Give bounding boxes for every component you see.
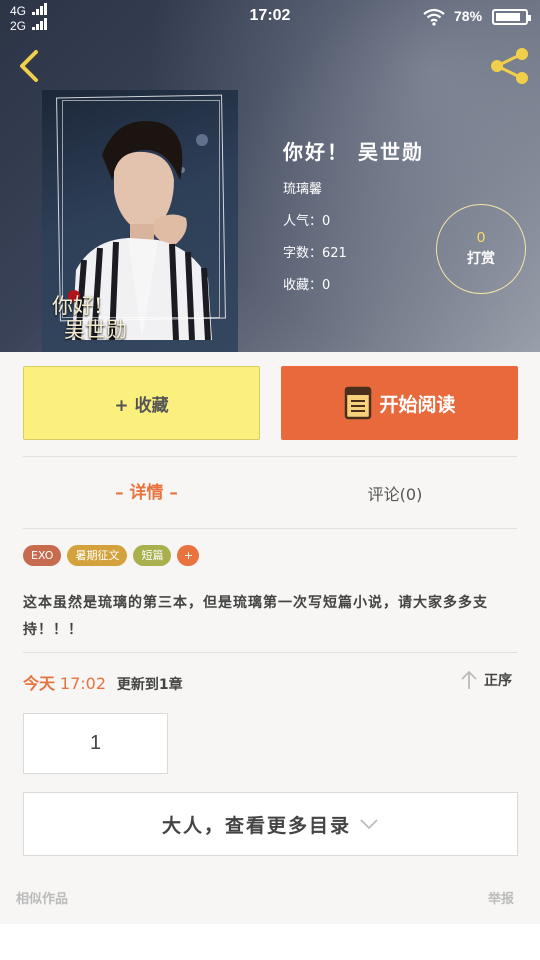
book-word-count: 字数：621 xyxy=(283,246,347,261)
tab-comments[interactable]: 评论(0) xyxy=(270,481,520,505)
chapter-item[interactable]: 1 xyxy=(23,713,168,774)
tip-label: 打赏 xyxy=(467,251,495,267)
book-popularity: 人气：0 xyxy=(283,214,331,229)
start-reading-label: 开始阅读 xyxy=(379,393,456,416)
battery-icon xyxy=(492,9,531,25)
arrow-up-icon xyxy=(461,670,477,689)
book-header: 4G 2G 17:02 78% 你好! 吴世勋 你好！ 吴世勋 琉璃馨 人气：0… xyxy=(0,0,540,352)
back-arrow-icon[interactable] xyxy=(12,46,48,86)
sort-label: 正序 xyxy=(484,673,512,689)
sort-toggle[interactable]: 正序 xyxy=(460,670,512,690)
battery-percent: 78% xyxy=(454,8,483,24)
share-icon[interactable] xyxy=(488,46,532,86)
status-bar: 4G 2G 17:02 78% xyxy=(0,0,540,34)
update-info: 今天 17:02 更新到1章 xyxy=(23,670,183,694)
update-day: 今天 xyxy=(23,674,56,693)
chevron-down-icon xyxy=(360,819,378,830)
report-button[interactable]: 举报 xyxy=(488,888,514,907)
book-icon xyxy=(345,386,372,420)
update-time: 17:02 xyxy=(59,674,106,693)
cover-frame-inner xyxy=(62,100,220,318)
more-chapters-button[interactable]: 大人，查看更多目录 xyxy=(23,792,518,856)
tag-exo[interactable]: EXO xyxy=(23,545,62,566)
wifi-icon xyxy=(423,8,445,26)
cover-caption-line1: 你好! xyxy=(52,294,103,318)
book-favorites: 收藏：0 xyxy=(283,278,331,293)
book-info: 你好！ 吴世勋 琉璃馨 人气：0 字数：621 收藏：0 xyxy=(283,136,424,293)
divider xyxy=(23,528,517,529)
more-chapters-label: 大人，查看更多目录 xyxy=(161,814,351,837)
tip-button[interactable]: 0 打赏 xyxy=(436,204,526,294)
divider xyxy=(23,456,517,457)
tag-short-story[interactable]: 短篇 xyxy=(133,545,172,566)
tag-list: EXO 暑期征文 短篇 + xyxy=(23,545,205,566)
update-text: 更新到1章 xyxy=(116,677,183,693)
tab-detail[interactable]: – 详情 – xyxy=(23,478,270,503)
book-cover[interactable]: 你好! 吴世勋 xyxy=(42,90,238,352)
tip-count: 0 xyxy=(476,229,486,246)
divider xyxy=(23,652,517,653)
similar-works-label: 相似作品 xyxy=(16,892,69,907)
start-reading-button[interactable]: 开始阅读 xyxy=(281,366,518,440)
add-favorite-button[interactable]: + 收藏 xyxy=(23,366,260,440)
bottom-panel xyxy=(0,924,540,960)
tag-summer-contest[interactable]: 暑期征文 xyxy=(67,545,128,566)
book-title: 你好！ 吴世勋 xyxy=(283,140,424,164)
add-tag-button[interactable]: + xyxy=(177,545,200,566)
book-description: 这本虽然是琉璃的第三本，但是琉璃第一次写短篇小说，请大家多多支持！！！ xyxy=(23,595,488,638)
cover-caption-line2: 吴世勋 xyxy=(64,318,127,342)
cover-caption: 你好! 吴世勋 xyxy=(52,294,127,342)
book-author[interactable]: 琉璃馨 xyxy=(283,178,424,197)
